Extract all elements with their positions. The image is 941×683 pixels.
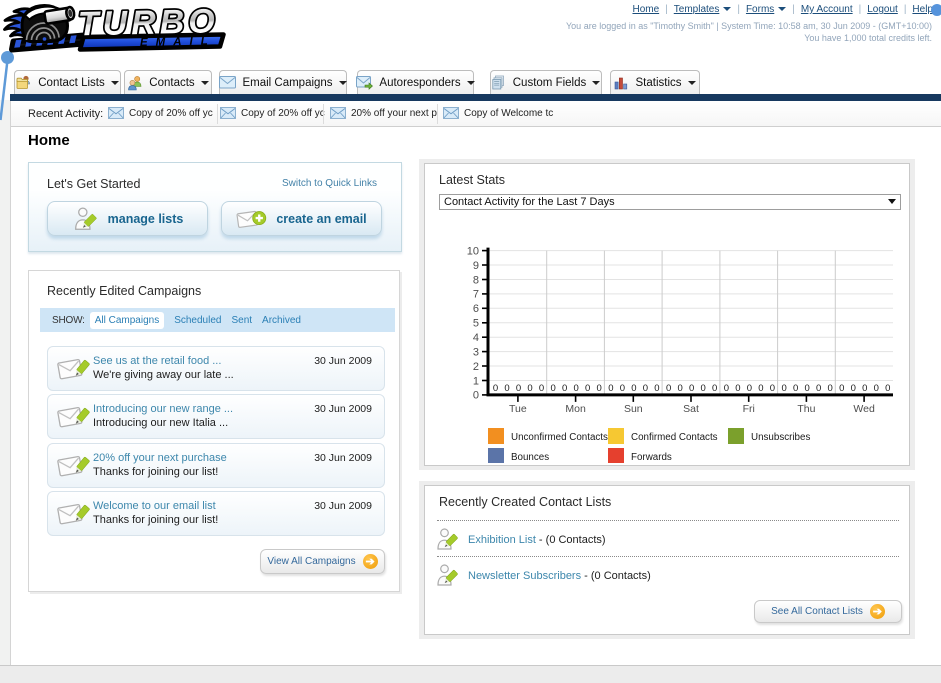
svg-text:0: 0: [473, 390, 479, 402]
svg-text:Thu: Thu: [797, 403, 815, 415]
svg-text:7: 7: [473, 289, 479, 301]
svg-text:0: 0: [493, 383, 498, 394]
svg-text:Wed: Wed: [853, 403, 875, 415]
svg-text:3: 3: [473, 346, 479, 358]
svg-text:0: 0: [643, 383, 648, 394]
svg-text:0: 0: [724, 383, 729, 394]
svg-text:Forwards: Forwards: [631, 452, 672, 463]
svg-text:0: 0: [816, 383, 821, 394]
svg-text:Confirmed Contacts: Confirmed Contacts: [631, 432, 718, 443]
svg-text:0: 0: [689, 383, 694, 394]
svg-text:0: 0: [539, 383, 544, 394]
svg-text:0: 0: [804, 383, 809, 394]
svg-text:8: 8: [473, 274, 479, 286]
svg-text:Bounces: Bounces: [511, 452, 549, 463]
svg-text:0: 0: [597, 383, 602, 394]
svg-text:9: 9: [473, 260, 479, 272]
svg-text:5: 5: [473, 318, 479, 330]
svg-text:0: 0: [562, 383, 567, 394]
svg-text:0: 0: [781, 383, 786, 394]
svg-text:0: 0: [747, 383, 752, 394]
svg-text:0: 0: [574, 383, 579, 394]
svg-text:0: 0: [700, 383, 705, 394]
svg-text:0: 0: [585, 383, 590, 394]
svg-text:0: 0: [516, 383, 521, 394]
svg-text:0: 0: [839, 383, 844, 394]
svg-text:0: 0: [851, 383, 856, 394]
svg-text:0: 0: [758, 383, 763, 394]
svg-text:0: 0: [620, 383, 625, 394]
svg-text:Sun: Sun: [624, 403, 643, 415]
svg-text:0: 0: [527, 383, 532, 394]
svg-text:0: 0: [827, 383, 832, 394]
svg-text:4: 4: [473, 332, 479, 344]
svg-text:0: 0: [504, 383, 509, 394]
svg-text:0: 0: [874, 383, 879, 394]
svg-text:0: 0: [712, 383, 717, 394]
svg-text:0: 0: [654, 383, 659, 394]
svg-text:2: 2: [473, 361, 479, 373]
svg-text:10: 10: [467, 245, 479, 257]
svg-text:0: 0: [862, 383, 867, 394]
svg-text:Tue: Tue: [509, 403, 527, 415]
svg-text:1: 1: [473, 375, 479, 387]
svg-text:0: 0: [885, 383, 890, 394]
svg-text:Unsubscribes: Unsubscribes: [751, 432, 810, 443]
svg-text:0: 0: [735, 383, 740, 394]
svg-text:6: 6: [473, 303, 479, 315]
svg-text:0: 0: [608, 383, 613, 394]
svg-text:0: 0: [631, 383, 636, 394]
svg-text:0: 0: [770, 383, 775, 394]
svg-text:0: 0: [677, 383, 682, 394]
svg-text:0: 0: [793, 383, 798, 394]
svg-text:Fri: Fri: [743, 403, 755, 415]
svg-text:Mon: Mon: [565, 403, 586, 415]
svg-text:0: 0: [666, 383, 671, 394]
svg-text:Sat: Sat: [683, 403, 699, 415]
svg-text:0: 0: [551, 383, 556, 394]
svg-text:Unconfirmed Contacts: Unconfirmed Contacts: [511, 432, 608, 443]
